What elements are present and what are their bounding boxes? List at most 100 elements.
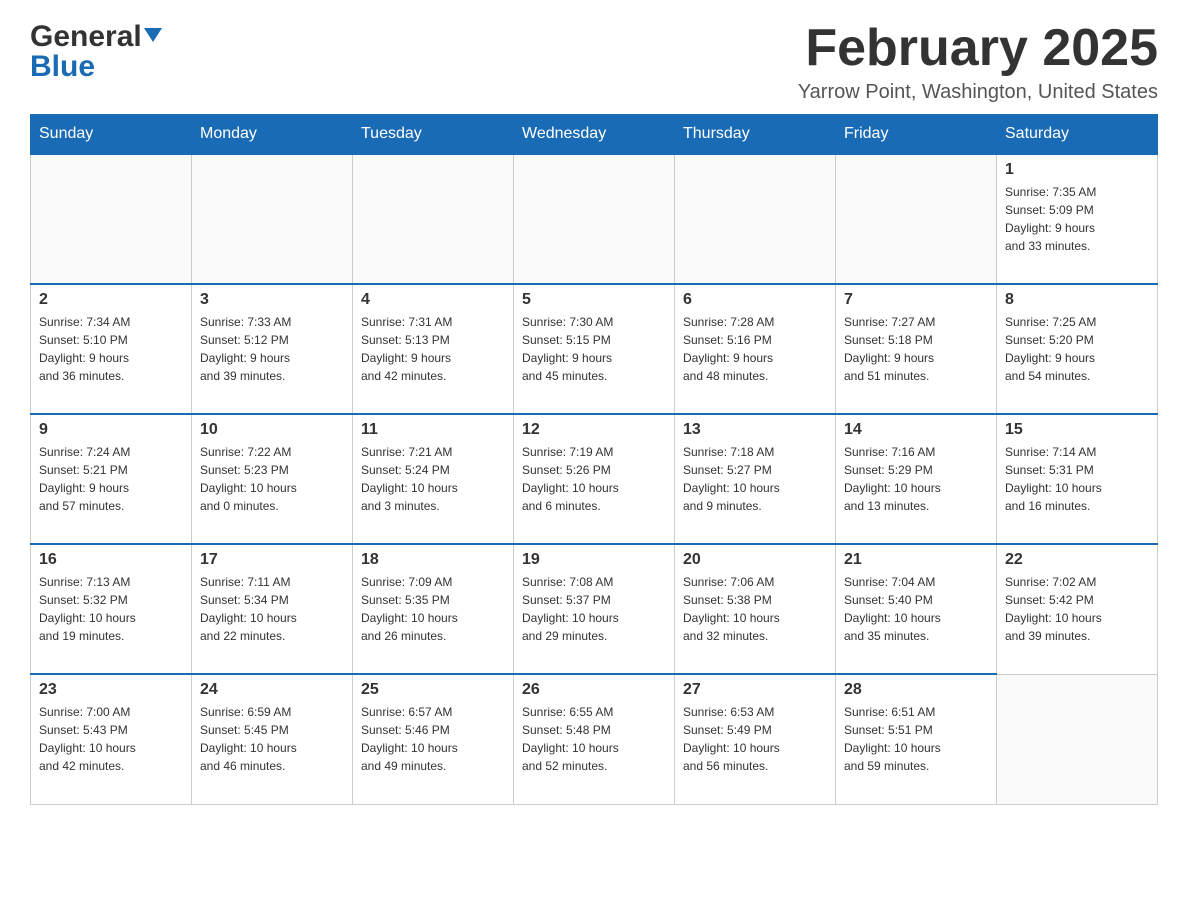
- day-info: Sunrise: 7:24 AM Sunset: 5:21 PM Dayligh…: [39, 443, 183, 515]
- week-row-1: 1 Sunrise: 7:35 AM Sunset: 5:09 PM Daylig…: [31, 154, 1158, 284]
- week-row-4: 16 Sunrise: 7:13 AM Sunset: 5:32 PM Dayli…: [31, 544, 1158, 674]
- day-number: 1: [1005, 161, 1149, 179]
- day-number: 11: [361, 421, 505, 439]
- logo-arrow-icon: [144, 28, 162, 47]
- cell-w3-d0: 9 Sunrise: 7:24 AM Sunset: 5:21 PM Daylig…: [31, 414, 192, 544]
- col-saturday: Saturday: [997, 115, 1158, 155]
- week-row-2: 2 Sunrise: 7:34 AM Sunset: 5:10 PM Daylig…: [31, 284, 1158, 414]
- logo-general-text: General: [30, 20, 142, 54]
- day-number: 27: [683, 681, 827, 699]
- cell-w2-d4: 6 Sunrise: 7:28 AM Sunset: 5:16 PM Daylig…: [675, 284, 836, 414]
- day-number: 18: [361, 551, 505, 569]
- cell-w5-d2: 25 Sunrise: 6:57 AM Sunset: 5:46 PM Dayli…: [353, 674, 514, 804]
- day-number: 21: [844, 551, 988, 569]
- calendar-table: Sunday Monday Tuesday Wednesday Thursday…: [30, 114, 1158, 805]
- day-number: 13: [683, 421, 827, 439]
- day-number: 9: [39, 421, 183, 439]
- col-wednesday: Wednesday: [514, 115, 675, 155]
- day-number: 15: [1005, 421, 1149, 439]
- cell-w3-d1: 10 Sunrise: 7:22 AM Sunset: 5:23 PM Dayli…: [192, 414, 353, 544]
- day-number: 10: [200, 421, 344, 439]
- cell-w3-d2: 11 Sunrise: 7:21 AM Sunset: 5:24 PM Dayli…: [353, 414, 514, 544]
- col-monday: Monday: [192, 115, 353, 155]
- day-info: Sunrise: 7:19 AM Sunset: 5:26 PM Dayligh…: [522, 443, 666, 515]
- day-info: Sunrise: 7:08 AM Sunset: 5:37 PM Dayligh…: [522, 573, 666, 645]
- cell-w2-d0: 2 Sunrise: 7:34 AM Sunset: 5:10 PM Daylig…: [31, 284, 192, 414]
- day-number: 16: [39, 551, 183, 569]
- day-info: Sunrise: 7:31 AM Sunset: 5:13 PM Dayligh…: [361, 313, 505, 385]
- day-info: Sunrise: 6:51 AM Sunset: 5:51 PM Dayligh…: [844, 703, 988, 775]
- cell-w3-d5: 14Sunrise: 7:16 AM Sunset: 5:29 PM Dayli…: [836, 414, 997, 544]
- col-friday: Friday: [836, 115, 997, 155]
- day-info: Sunrise: 7:11 AM Sunset: 5:34 PM Dayligh…: [200, 573, 344, 645]
- month-title: February 2025: [798, 20, 1158, 77]
- cell-w4-d2: 18 Sunrise: 7:09 AM Sunset: 5:35 PM Dayli…: [353, 544, 514, 674]
- day-info: Sunrise: 7:16 AM Sunset: 5:29 PM Dayligh…: [844, 443, 988, 515]
- day-info: Sunrise: 7:13 AM Sunset: 5:32 PM Dayligh…: [39, 573, 183, 645]
- cell-w5-d1: 24 Sunrise: 6:59 AM Sunset: 5:45 PM Dayli…: [192, 674, 353, 804]
- logo-blue-text: Blue: [30, 50, 95, 84]
- day-info: Sunrise: 7:22 AM Sunset: 5:23 PM Dayligh…: [200, 443, 344, 515]
- calendar-header-row: Sunday Monday Tuesday Wednesday Thursday…: [31, 115, 1158, 155]
- cell-w4-d1: 17 Sunrise: 7:11 AM Sunset: 5:34 PM Dayli…: [192, 544, 353, 674]
- day-info: Sunrise: 7:14 AM Sunset: 5:31 PM Dayligh…: [1005, 443, 1149, 515]
- day-number: 23: [39, 681, 183, 699]
- day-number: 28: [844, 681, 988, 699]
- cell-w1-d4: [675, 154, 836, 284]
- col-thursday: Thursday: [675, 115, 836, 155]
- cell-w1-d1: [192, 154, 353, 284]
- day-number: 17: [200, 551, 344, 569]
- cell-w1-d3: [514, 154, 675, 284]
- day-number: 20: [683, 551, 827, 569]
- cell-w4-d5: 21Sunrise: 7:04 AM Sunset: 5:40 PM Dayli…: [836, 544, 997, 674]
- week-row-3: 9 Sunrise: 7:24 AM Sunset: 5:21 PM Daylig…: [31, 414, 1158, 544]
- cell-w5-d3: 26 Sunrise: 6:55 AM Sunset: 5:48 PM Dayli…: [514, 674, 675, 804]
- day-info: Sunrise: 7:33 AM Sunset: 5:12 PM Dayligh…: [200, 313, 344, 385]
- day-number: 7: [844, 291, 988, 309]
- cell-w2-d2: 4 Sunrise: 7:31 AM Sunset: 5:13 PM Daylig…: [353, 284, 514, 414]
- day-info: Sunrise: 7:02 AM Sunset: 5:42 PM Dayligh…: [1005, 573, 1149, 645]
- cell-w4-d0: 16 Sunrise: 7:13 AM Sunset: 5:32 PM Dayli…: [31, 544, 192, 674]
- day-info: Sunrise: 7:09 AM Sunset: 5:35 PM Dayligh…: [361, 573, 505, 645]
- cell-w2-d1: 3Sunrise: 7:33 AM Sunset: 5:12 PM Daylig…: [192, 284, 353, 414]
- day-info: Sunrise: 7:27 AM Sunset: 5:18 PM Dayligh…: [844, 313, 988, 385]
- cell-w5-d6: [997, 674, 1158, 804]
- day-number: 12: [522, 421, 666, 439]
- week-row-5: 23 Sunrise: 7:00 AM Sunset: 5:43 PM Dayli…: [31, 674, 1158, 804]
- col-tuesday: Tuesday: [353, 115, 514, 155]
- day-number: 2: [39, 291, 183, 309]
- day-info: Sunrise: 7:35 AM Sunset: 5:09 PM Dayligh…: [1005, 183, 1149, 255]
- day-info: Sunrise: 6:57 AM Sunset: 5:46 PM Dayligh…: [361, 703, 505, 775]
- day-info: Sunrise: 6:59 AM Sunset: 5:45 PM Dayligh…: [200, 703, 344, 775]
- day-info: Sunrise: 7:00 AM Sunset: 5:43 PM Dayligh…: [39, 703, 183, 775]
- page-header: General Blue February 2025 Yarrow Point,…: [30, 20, 1158, 104]
- cell-w1-d5: [836, 154, 997, 284]
- cell-w4-d6: 22 Sunrise: 7:02 AM Sunset: 5:42 PM Dayli…: [997, 544, 1158, 674]
- cell-w2-d3: 5Sunrise: 7:30 AM Sunset: 5:15 PM Daylig…: [514, 284, 675, 414]
- day-number: 4: [361, 291, 505, 309]
- logo-general-line: General: [30, 20, 162, 54]
- cell-w1-d0: [31, 154, 192, 284]
- day-number: 26: [522, 681, 666, 699]
- day-number: 5: [522, 291, 666, 309]
- day-number: 19: [522, 551, 666, 569]
- day-info: Sunrise: 7:28 AM Sunset: 5:16 PM Dayligh…: [683, 313, 827, 385]
- cell-w2-d5: 7 Sunrise: 7:27 AM Sunset: 5:18 PM Daylig…: [836, 284, 997, 414]
- day-number: 24: [200, 681, 344, 699]
- day-number: 25: [361, 681, 505, 699]
- cell-w2-d6: 8Sunrise: 7:25 AM Sunset: 5:20 PM Daylig…: [997, 284, 1158, 414]
- day-number: 8: [1005, 291, 1149, 309]
- day-info: Sunrise: 7:21 AM Sunset: 5:24 PM Dayligh…: [361, 443, 505, 515]
- day-info: Sunrise: 7:34 AM Sunset: 5:10 PM Dayligh…: [39, 313, 183, 385]
- col-sunday: Sunday: [31, 115, 192, 155]
- day-info: Sunrise: 6:55 AM Sunset: 5:48 PM Dayligh…: [522, 703, 666, 775]
- cell-w5-d5: 28 Sunrise: 6:51 AM Sunset: 5:51 PM Dayli…: [836, 674, 997, 804]
- cell-w3-d3: 12 Sunrise: 7:19 AM Sunset: 5:26 PM Dayli…: [514, 414, 675, 544]
- day-number: 22: [1005, 551, 1149, 569]
- title-block: February 2025 Yarrow Point, Washington, …: [798, 20, 1158, 104]
- cell-w3-d4: 13Sunrise: 7:18 AM Sunset: 5:27 PM Dayli…: [675, 414, 836, 544]
- day-info: Sunrise: 6:53 AM Sunset: 5:49 PM Dayligh…: [683, 703, 827, 775]
- day-number: 6: [683, 291, 827, 309]
- location: Yarrow Point, Washington, United States: [798, 81, 1158, 104]
- cell-w4-d3: 19 Sunrise: 7:08 AM Sunset: 5:37 PM Dayli…: [514, 544, 675, 674]
